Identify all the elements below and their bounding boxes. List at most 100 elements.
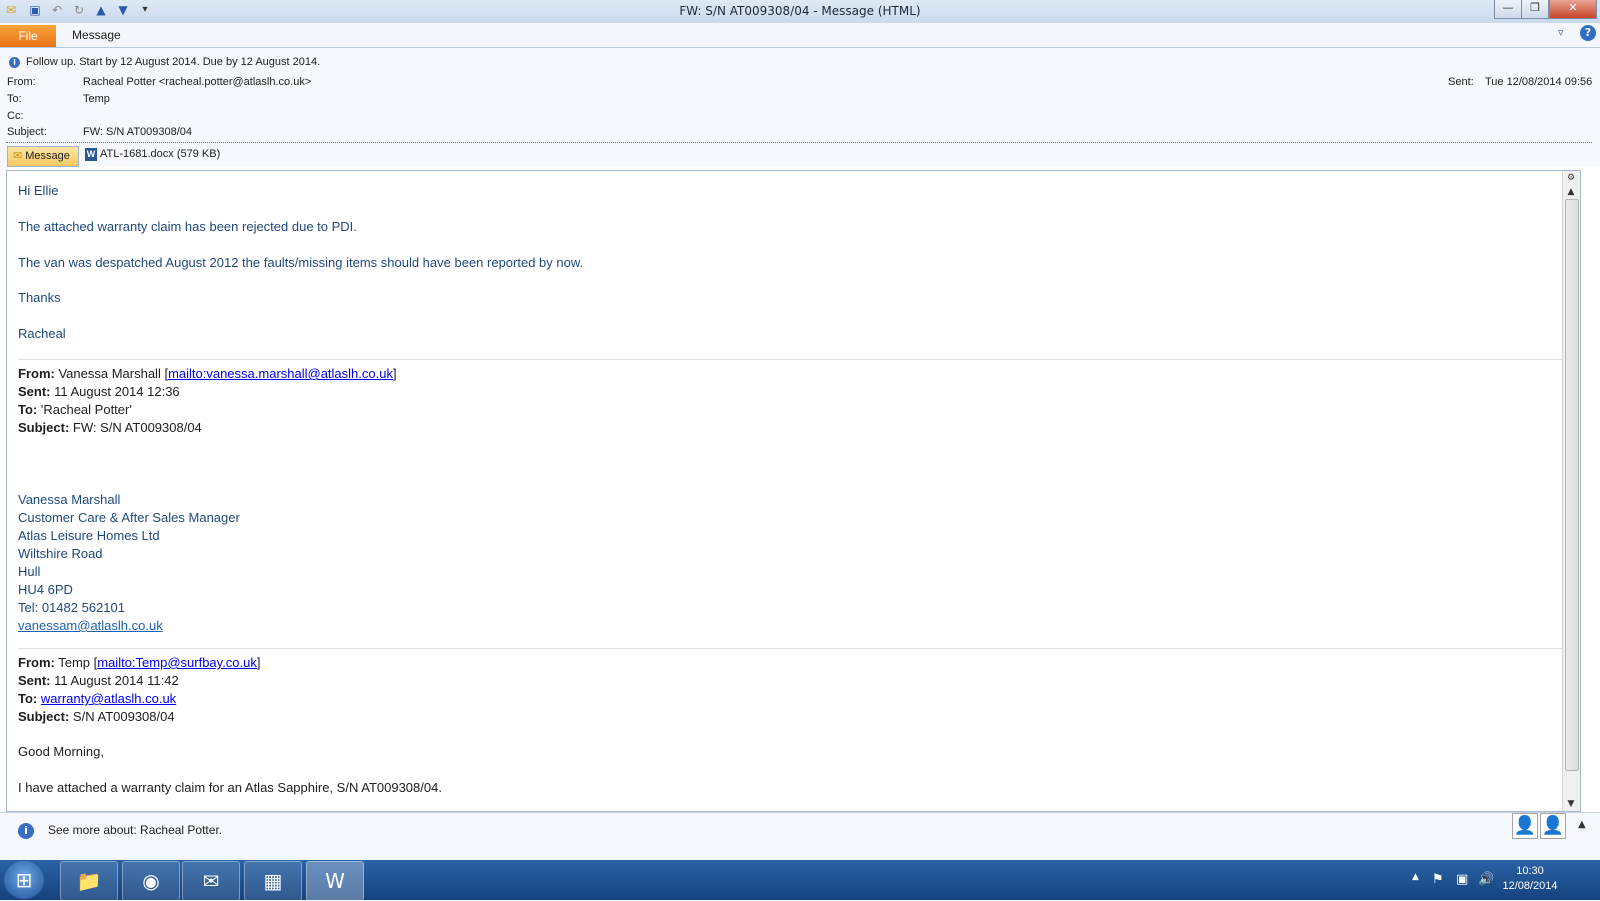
attachments-bar: ✉ Message W ATL-1681.docx (579 KB) — [0, 146, 1600, 167]
explorer-taskbar-icon[interactable]: 📁 — [60, 861, 118, 901]
fwd1-to-value: 'Racheal Potter' — [40, 402, 132, 417]
header-divider — [6, 142, 1592, 143]
envelope-icon: ✉ — [13, 150, 23, 162]
see-more-about[interactable]: See more about: Racheal Potter. — [48, 823, 222, 837]
to-label: To: — [7, 93, 22, 105]
action-center-flag-icon[interactable]: ⚑ — [1432, 872, 1444, 887]
forward-divider-1 — [18, 359, 1573, 360]
from-value[interactable]: Racheal Potter <racheal.potter@atlaslh.c… — [83, 76, 311, 88]
people-info-icon: i — [18, 823, 34, 839]
sig-company: Atlas Leisure Homes Ltd — [18, 528, 160, 543]
fwd2-from-label: From: — [18, 655, 55, 670]
fwd1-to-label: To: — [18, 402, 38, 417]
message-body: Hi Ellie The attached warranty claim has… — [6, 170, 1581, 812]
fwd2-subject-line: Subject: S/N AT009308/04 — [18, 709, 175, 724]
fwd2-sent-value: 11 August 2014 11:42 — [54, 673, 179, 688]
fwd1-sent-value: 11 August 2014 12:36 — [54, 384, 180, 399]
network-icon[interactable]: ▣ — [1456, 872, 1468, 887]
sig-postcode: HU4 6PD — [18, 582, 73, 597]
fwd2-from-link[interactable]: mailto:Temp@surfbay.co.uk — [97, 655, 257, 670]
thanks: Thanks — [18, 290, 61, 305]
message-view-label: Message — [25, 150, 70, 162]
help-icon[interactable]: ? — [1580, 25, 1596, 41]
scroll-up-arrow-icon[interactable]: ▲ — [1564, 185, 1578, 199]
title-bar: ✉ ▣ ↶ ↻ ▲ ▼ ▾ FW: S/N AT009308/04 - Mess… — [0, 0, 1600, 24]
fwd1-from-name: Vanessa Marshall [ — [58, 366, 169, 381]
vertical-scrollbar[interactable]: ⚙ ▲ ▼ — [1562, 171, 1580, 811]
word-taskbar-icon[interactable]: W — [306, 861, 364, 901]
subject-label: Subject: — [7, 126, 47, 138]
scroll-options-icon[interactable]: ⚙ — [1564, 171, 1578, 185]
outlook-taskbar-icon[interactable]: ✉ — [182, 861, 240, 901]
people-pane: i See more about: Racheal Potter. 👤 👤 ▲ — [0, 812, 1600, 861]
person-avatar-icon[interactable]: 👤 — [1512, 813, 1538, 839]
sig-city: Hull — [18, 564, 41, 579]
fwd2-from-name: Temp [ — [58, 655, 98, 670]
follow-up-notice: Follow up. Start by 12 August 2014. Due … — [26, 56, 321, 68]
greeting: Hi Ellie — [18, 183, 59, 198]
fwd1-from-close: ] — [392, 366, 397, 381]
sig-tel: Tel: 01482 562101 — [18, 600, 125, 615]
fwd2-subject-label: Subject: — [18, 709, 70, 724]
cc-label: Cc: — [7, 110, 24, 122]
fwd2-subject-value: S/N AT009308/04 — [72, 709, 175, 724]
fwd1-from-label: From: — [18, 366, 55, 381]
collapse-people-pane-icon[interactable]: ▲ — [1578, 819, 1586, 830]
volume-icon[interactable]: 🔊 — [1478, 872, 1494, 887]
maximize-button[interactable]: ❐ — [1521, 0, 1549, 19]
message-header: i Follow up. Start by 12 August 2014. Du… — [0, 48, 1600, 146]
fwd2-sent-label: Sent: — [18, 673, 51, 688]
good-morning: Good Morning, — [18, 744, 104, 759]
sig-street: Wiltshire Road — [18, 546, 103, 561]
attachment-file[interactable]: W ATL-1681.docx (579 KB) — [85, 148, 220, 161]
sent-label: Sent: — [1448, 76, 1474, 88]
person-avatar-icon[interactable]: 👤 — [1540, 813, 1566, 839]
expand-ribbon-icon[interactable]: ▿ — [1558, 26, 1564, 39]
tab-file[interactable]: File — [0, 25, 56, 47]
close-button[interactable]: ✕ — [1549, 0, 1597, 19]
fwd2-to-line: To: warranty@atlaslh.co.uk — [18, 691, 176, 706]
fwd2-to-label: To: — [18, 691, 38, 706]
message-view-button[interactable]: ✉ Message — [7, 146, 79, 167]
last-line: I have attached a warranty claim for an … — [18, 780, 442, 795]
fwd2-sent-line: Sent: 11 August 2014 11:42 — [18, 673, 179, 688]
forward-divider-2 — [18, 648, 1573, 649]
scroll-down-arrow-icon[interactable]: ▼ — [1564, 797, 1578, 811]
window-title: FW: S/N AT009308/04 - Message (HTML) — [679, 4, 921, 18]
fwd1-subject-line: Subject: FW: S/N AT009308/04 — [18, 420, 202, 435]
body-paragraph-2: The van was despatched August 2012 the f… — [18, 255, 584, 270]
info-icon: i — [9, 57, 20, 68]
start-button-icon[interactable]: ⊞ — [4, 861, 44, 899]
fwd1-sent-line: Sent: 11 August 2014 12:36 — [18, 384, 180, 399]
ribbon-tabs: File Message ▿ ? — [0, 23, 1600, 48]
fwd1-subject-value: FW: S/N AT009308/04 — [72, 420, 202, 435]
fwd1-sent-label: Sent: — [18, 384, 51, 399]
sig-role: Customer Care & After Sales Manager — [18, 510, 240, 525]
fwd2-to-link[interactable]: warranty@atlaslh.co.uk — [41, 691, 176, 706]
fwd1-to-line: To: 'Racheal Potter' — [18, 402, 132, 417]
to-value[interactable]: Temp — [83, 93, 110, 105]
word-doc-icon: W — [85, 148, 97, 161]
chrome-taskbar-icon[interactable]: ◉ — [122, 861, 180, 901]
attachment-filename: ATL-1681.docx (579 KB) — [100, 148, 221, 160]
sig-email-link[interactable]: vanessam@atlaslh.co.uk — [18, 618, 163, 633]
from-label: From: — [7, 76, 36, 88]
show-hidden-icons-icon[interactable]: ▲ — [1412, 872, 1419, 882]
fwd1-subject-label: Subject: — [18, 420, 70, 435]
sig-name: Vanessa Marshall — [18, 492, 121, 507]
calendar-app-taskbar-icon[interactable]: ▦ — [244, 861, 302, 901]
tab-message[interactable]: Message — [72, 28, 121, 42]
sent-value: Tue 12/08/2014 09:56 — [1485, 76, 1593, 88]
fwd2-from-line: From: Temp [mailto:Temp@surfbay.co.uk] — [18, 655, 261, 670]
fwd1-from-link[interactable]: mailto:vanessa.marshall@atlaslh.co.uk — [168, 366, 393, 381]
clock-date: 12/08/2014 — [1502, 880, 1558, 892]
system-clock[interactable]: 10:30 12/08/2014 — [1500, 864, 1560, 894]
fwd2-from-close: ] — [256, 655, 261, 670]
fwd1-from-line: From: Vanessa Marshall [mailto:vanessa.m… — [18, 366, 397, 381]
sign-off: Racheal — [18, 326, 66, 341]
windows-taskbar: ⊞ 📁 ◉ ✉ ▦ W ▲ ⚑ ▣ 🔊 10:30 12/08/2014 — [0, 860, 1600, 901]
subject-value: FW: S/N AT009308/04 — [83, 126, 193, 138]
body-paragraph-1: The attached warranty claim has been rej… — [18, 219, 357, 234]
scrollbar-thumb[interactable] — [1565, 199, 1579, 771]
minimize-button[interactable]: — — [1494, 0, 1522, 19]
